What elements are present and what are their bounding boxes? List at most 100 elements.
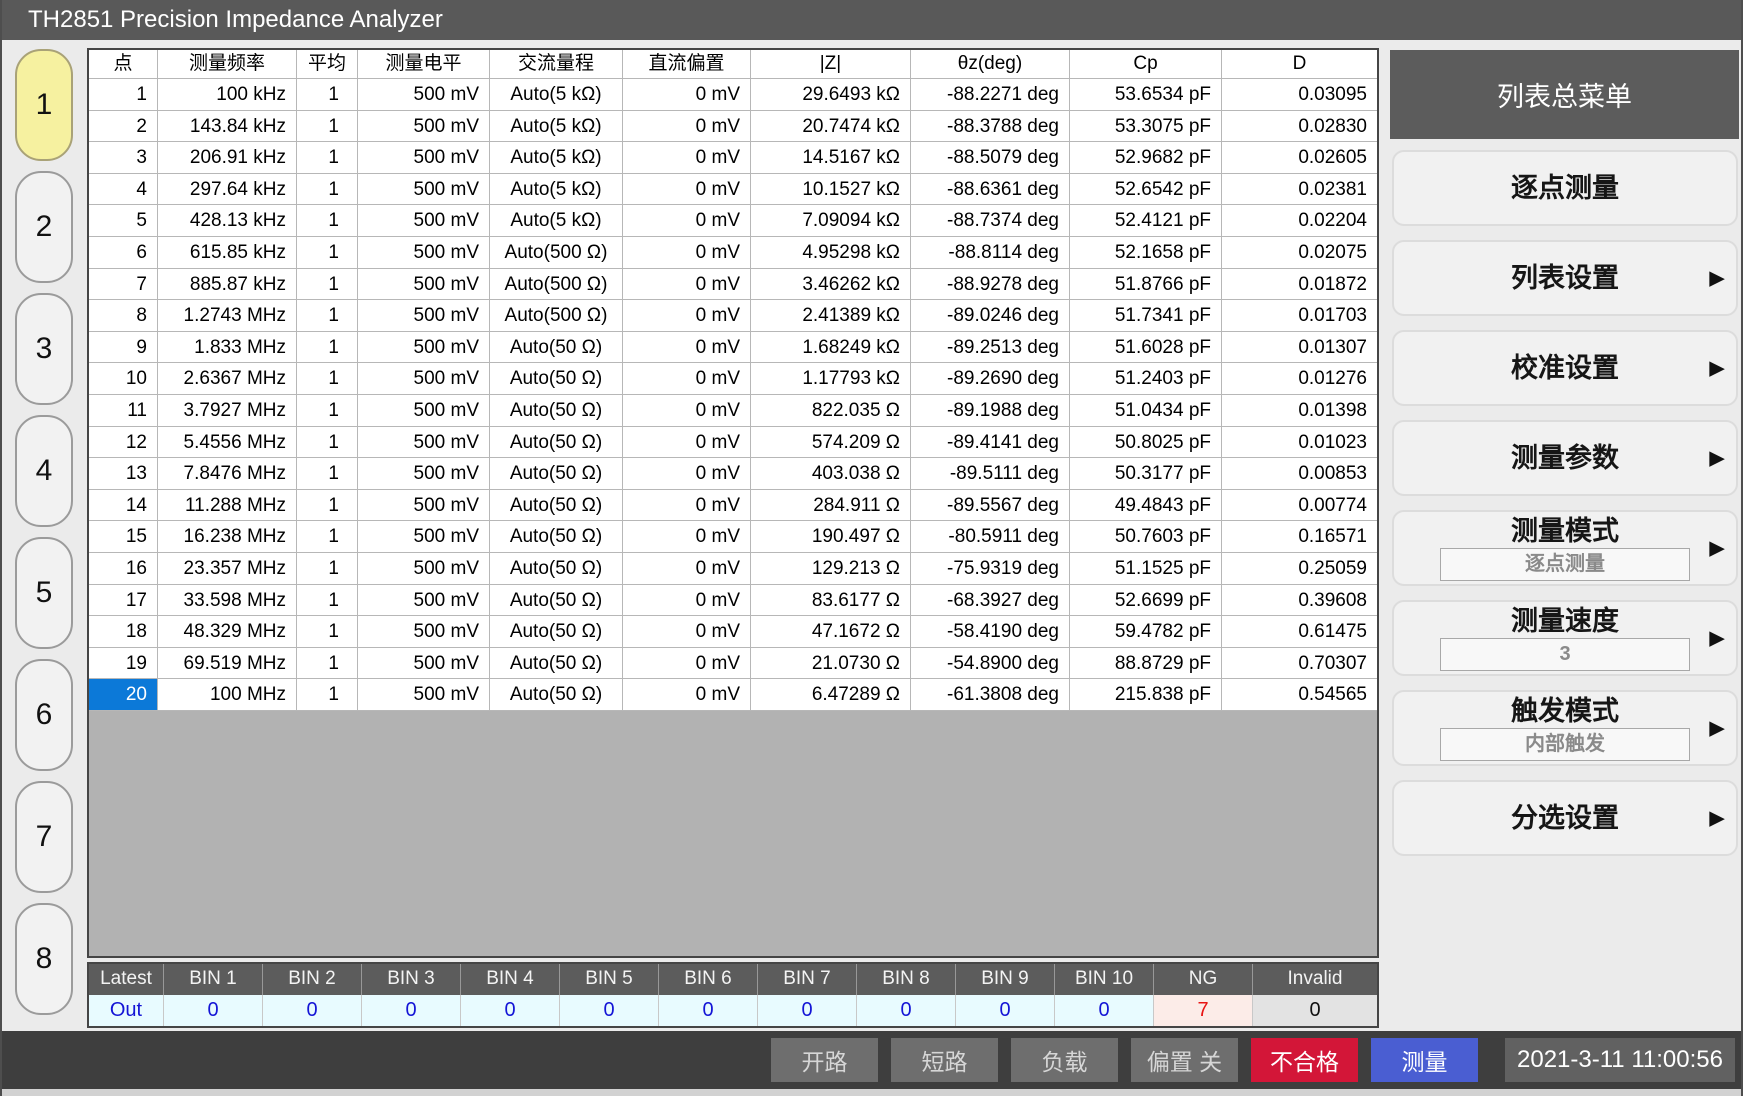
table-cell: 47.1672 Ω (751, 616, 911, 648)
table-cell: 19 (89, 648, 158, 680)
table-cell: 0 mV (623, 174, 751, 206)
table-cell: 500 mV (358, 142, 490, 174)
measurement-parameter-button[interactable]: 测量参数► (1392, 420, 1738, 496)
table-cell: 69.519 MHz (158, 648, 297, 680)
calibration-settings-button[interactable]: 校准设置► (1392, 330, 1738, 406)
measure-indicator[interactable]: 测量 (1371, 1038, 1478, 1082)
table-cell: 0.02381 (1222, 174, 1377, 206)
table-row[interactable]: 113.7927 MHz1500 mVAuto(50 Ω)0 mV822.035… (89, 395, 1377, 427)
table-cell: Auto(500 Ω) (490, 237, 623, 269)
table-cell: 0.00853 (1222, 458, 1377, 490)
measurement-speed-button[interactable]: 测量速度3► (1392, 600, 1738, 676)
table-row[interactable]: 91.833 MHz1500 mVAuto(50 Ω)0 mV1.68249 k… (89, 332, 1377, 364)
table-row[interactable]: 102.6367 MHz1500 mVAuto(50 Ω)0 mV1.17793… (89, 363, 1377, 395)
table-row[interactable]: 4297.64 kHz1500 mVAuto(5 kΩ)0 mV10.1527 … (89, 174, 1377, 206)
table-cell: 206.91 kHz (158, 142, 297, 174)
table-cell: 6.47289 Ω (751, 679, 911, 711)
table-cell: 1 (297, 553, 358, 585)
table-cell: 7.09094 kΩ (751, 205, 911, 237)
column-header: 点 (89, 50, 158, 79)
table-cell: 14 (89, 490, 158, 522)
list-settings-button[interactable]: 列表设置► (1392, 240, 1738, 316)
bin-header-cell: BIN 9 (956, 964, 1055, 995)
table-cell: 5 (89, 205, 158, 237)
table-cell: -58.4190 deg (911, 616, 1070, 648)
table-cell: 20.7474 kΩ (751, 111, 911, 143)
bin-header-cell: BIN 10 (1055, 964, 1154, 995)
table-cell: 50.7603 pF (1070, 521, 1222, 553)
table-row[interactable]: 20100 MHz1500 mVAuto(50 Ω)0 mV6.47289 Ω-… (89, 679, 1377, 711)
sheet-tab-7[interactable]: 7 (15, 781, 73, 893)
table-row[interactable]: 81.2743 MHz1500 mVAuto(500 Ω)0 mV2.41389… (89, 300, 1377, 332)
table-row[interactable]: 1100 kHz1500 mVAuto(5 kΩ)0 mV29.6493 kΩ-… (89, 79, 1377, 111)
table-cell: -80.5911 deg (911, 521, 1070, 553)
table-row[interactable]: 1733.598 MHz1500 mVAuto(50 Ω)0 mV83.6177… (89, 585, 1377, 617)
table-cell: Auto(5 kΩ) (490, 79, 623, 111)
sheet-tab-4[interactable]: 4 (15, 415, 73, 527)
trigger-mode-button[interactable]: 触发模式内部触发► (1392, 690, 1738, 766)
table-row[interactable]: 125.4556 MHz1500 mVAuto(50 Ω)0 mV574.209… (89, 427, 1377, 459)
table-cell: 33.598 MHz (158, 585, 297, 617)
column-header: 交流量程 (490, 50, 623, 79)
table-cell: Auto(50 Ω) (490, 616, 623, 648)
table-cell: 0 mV (623, 679, 751, 711)
table-cell: 1.17793 kΩ (751, 363, 911, 395)
table-row[interactable]: 1969.519 MHz1500 mVAuto(50 Ω)0 mV21.0730… (89, 648, 1377, 680)
table-cell: -61.3808 deg (911, 679, 1070, 711)
table-cell: 1 (297, 79, 358, 111)
sorting-settings-button[interactable]: 分选设置► (1392, 780, 1738, 856)
sheet-tab-3[interactable]: 3 (15, 293, 73, 405)
table-cell: 0 mV (623, 427, 751, 459)
side-menu-title-label: 列表总菜单 (1497, 75, 1632, 114)
menu-button-label: 测量速度 (1511, 605, 1619, 637)
point-by-point-measure-button[interactable]: 逐点测量 (1392, 150, 1738, 226)
table-row[interactable]: 137.8476 MHz1500 mVAuto(50 Ω)0 mV403.038… (89, 458, 1377, 490)
table-cell: 88.8729 pF (1070, 648, 1222, 680)
table-cell: 59.4782 pF (1070, 616, 1222, 648)
sheet-tab-5[interactable]: 5 (15, 537, 73, 649)
sheet-tab-6[interactable]: 6 (15, 659, 73, 771)
open-circuit-button[interactable]: 开路 (771, 1038, 878, 1082)
table-row[interactable]: 1848.329 MHz1500 mVAuto(50 Ω)0 mV47.1672… (89, 616, 1377, 648)
table-cell: -88.2271 deg (911, 79, 1070, 111)
table-cell: 0 mV (623, 111, 751, 143)
table-cell: 0 mV (623, 142, 751, 174)
sheet-tab-1[interactable]: 1 (15, 49, 73, 161)
table-cell: 15 (89, 521, 158, 553)
table-cell: 52.9682 pF (1070, 142, 1222, 174)
table-cell: 0.00774 (1222, 490, 1377, 522)
table-cell: 574.209 Ω (751, 427, 911, 459)
table-row[interactable]: 1516.238 MHz1500 mVAuto(50 Ω)0 mV190.497… (89, 521, 1377, 553)
table-row[interactable]: 1623.357 MHz1500 mVAuto(50 Ω)0 mV129.213… (89, 553, 1377, 585)
fail-indicator[interactable]: 不合格 (1251, 1038, 1358, 1082)
table-cell: 1 (297, 585, 358, 617)
measurement-mode-button[interactable]: 测量模式逐点测量► (1392, 510, 1738, 586)
submenu-arrow-icon: ► (1704, 533, 1730, 564)
load-button[interactable]: 负载 (1011, 1038, 1118, 1082)
bias-off-button[interactable]: 偏置 关 (1131, 1038, 1238, 1082)
bin-header-cell: BIN 4 (461, 964, 560, 995)
table-cell: 0 mV (623, 363, 751, 395)
submenu-arrow-icon: ► (1704, 263, 1730, 294)
table-cell: 3 (89, 142, 158, 174)
sheet-tab-8[interactable]: 8 (15, 903, 73, 1015)
table-row[interactable]: 2143.84 kHz1500 mVAuto(5 kΩ)0 mV20.7474 … (89, 111, 1377, 143)
table-cell: Auto(50 Ω) (490, 458, 623, 490)
table-row[interactable]: 7885.87 kHz1500 mVAuto(500 Ω)0 mV3.46262… (89, 269, 1377, 301)
table-cell: 0 mV (623, 553, 751, 585)
bin-summary: LatestBIN 1BIN 2BIN 3BIN 4BIN 5BIN 6BIN … (87, 962, 1379, 1028)
table-row[interactable]: 5428.13 kHz1500 mVAuto(5 kΩ)0 mV7.09094 … (89, 205, 1377, 237)
column-header: θz(deg) (911, 50, 1070, 79)
short-circuit-button[interactable]: 短路 (891, 1038, 998, 1082)
table-row[interactable]: 3206.91 kHz1500 mVAuto(5 kΩ)0 mV14.5167 … (89, 142, 1377, 174)
table-row[interactable]: 1411.288 MHz1500 mVAuto(50 Ω)0 mV284.911… (89, 490, 1377, 522)
table-row[interactable]: 6615.85 kHz1500 mVAuto(500 Ω)0 mV4.95298… (89, 237, 1377, 269)
bin-header-cell: BIN 5 (560, 964, 659, 995)
table-cell: 50.3177 pF (1070, 458, 1222, 490)
table-cell: 0.16571 (1222, 521, 1377, 553)
table-cell: -88.3788 deg (911, 111, 1070, 143)
sheet-tab-2[interactable]: 2 (15, 171, 73, 283)
table-cell: 8 (89, 300, 158, 332)
table-cell: -88.9278 deg (911, 269, 1070, 301)
table-cell: 11.288 MHz (158, 490, 297, 522)
